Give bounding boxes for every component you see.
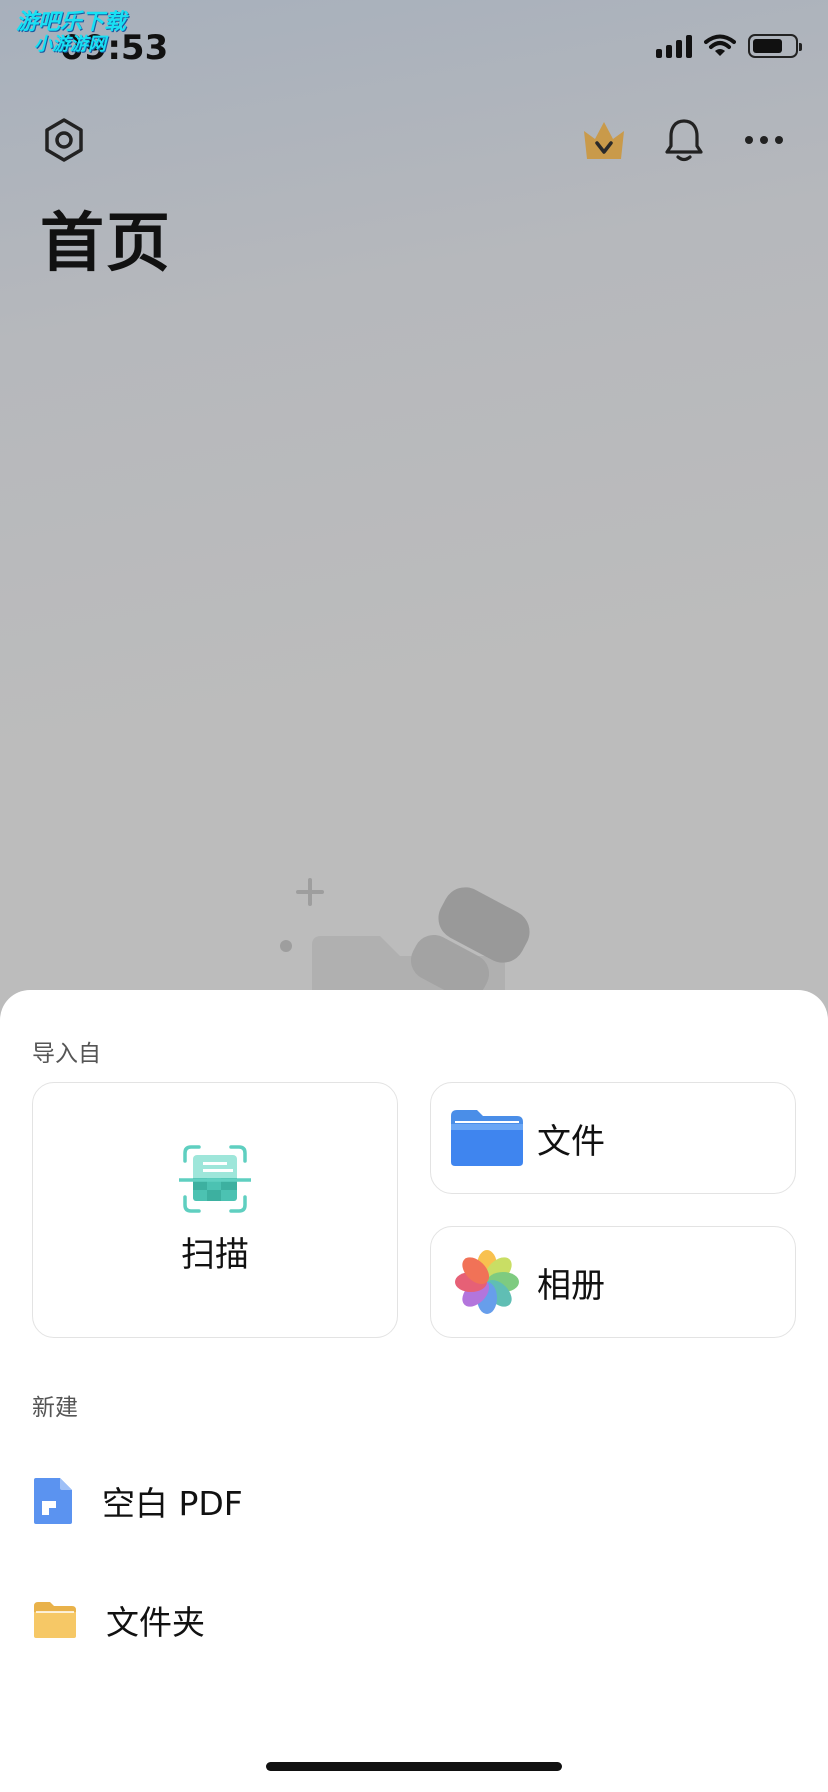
watermark: 游吧乐下载 小游游网 xyxy=(16,12,126,56)
scan-button[interactable]: 扫描 xyxy=(32,1082,398,1338)
hexagon-gear-icon xyxy=(45,118,83,162)
import-section-label: 导入自 xyxy=(32,1041,101,1067)
bell-icon xyxy=(665,119,703,162)
home-indicator[interactable] xyxy=(266,1762,562,1771)
files-button[interactable]: 文件 xyxy=(430,1082,796,1194)
folder-blue-icon xyxy=(451,1110,523,1166)
empty-state-illustration xyxy=(280,878,530,1000)
wifi-icon xyxy=(704,34,736,56)
photos-flower-icon xyxy=(455,1250,519,1314)
folder-icon xyxy=(34,1602,76,1638)
new-blank-pdf-item[interactable]: 空白 PDF xyxy=(32,1476,243,1526)
scan-label: 扫描 xyxy=(181,1234,249,1275)
scan-document-icon xyxy=(179,1144,251,1213)
new-blank-pdf-label: 空白 PDF xyxy=(102,1484,243,1523)
more-horizontal-icon xyxy=(745,136,783,144)
watermark-line-1: 游吧乐下载 xyxy=(16,10,127,35)
new-folder-item[interactable]: 文件夹 xyxy=(32,1596,205,1644)
cellular-signal-icon xyxy=(656,34,692,58)
settings-button[interactable] xyxy=(36,112,92,168)
new-folder-label: 文件夹 xyxy=(106,1603,205,1642)
notifications-button[interactable] xyxy=(656,112,712,168)
album-label: 相册 xyxy=(537,1265,605,1306)
album-button[interactable]: 相册 xyxy=(430,1226,796,1338)
crown-icon xyxy=(584,122,624,159)
vip-button[interactable] xyxy=(576,112,632,168)
pdf-file-icon xyxy=(34,1478,72,1524)
import-bottom-sheet: 导入自 扫描 文件 相册 新建 空白 PDF 文件夹 xyxy=(0,990,828,1792)
watermark-line-2: 小游游网 xyxy=(34,34,106,55)
status-icons xyxy=(656,34,802,58)
files-label: 文件 xyxy=(537,1121,605,1162)
battery-icon xyxy=(748,34,802,58)
more-button[interactable] xyxy=(736,112,792,168)
page-title: 首页 xyxy=(40,207,172,281)
new-section-label: 新建 xyxy=(32,1395,78,1421)
